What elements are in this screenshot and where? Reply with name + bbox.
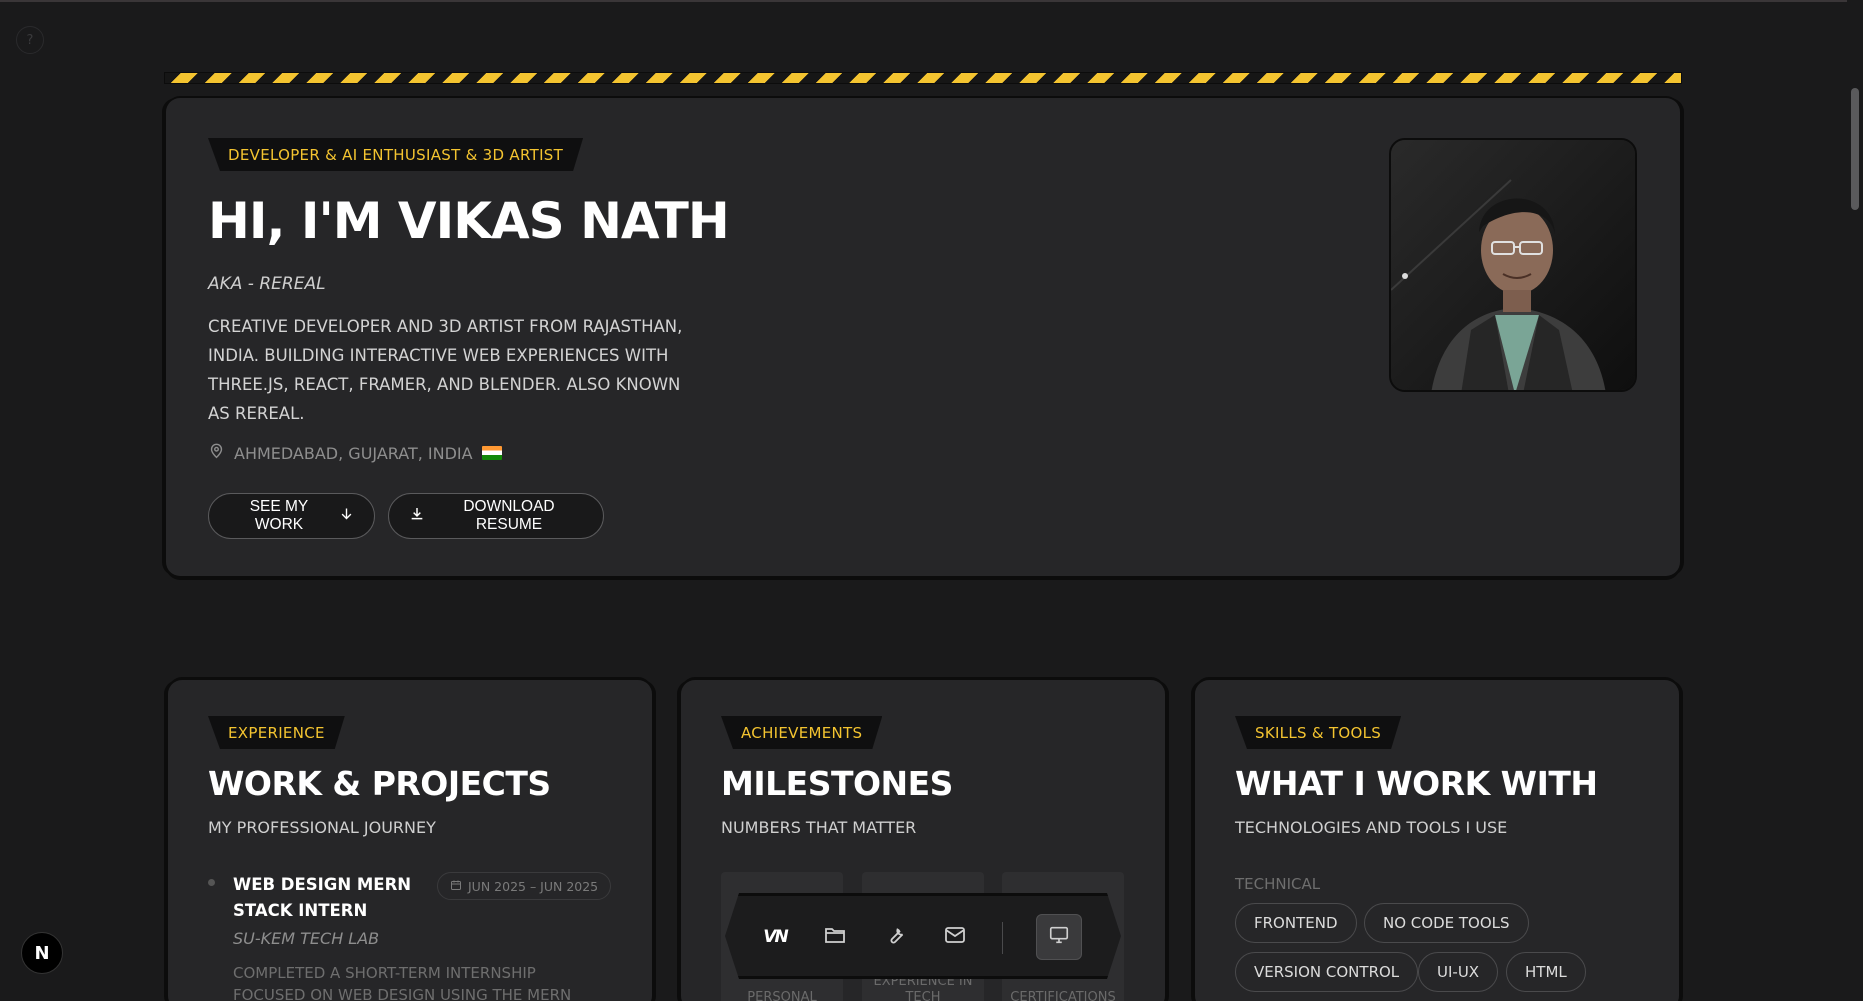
achievements-tag: ACHIEVEMENTS — [721, 716, 882, 749]
experience-item-description: COMPLETED A SHORT-TERM INTERNSHIP FOCUSE… — [233, 964, 572, 1001]
hero-aka: AKA - REREAL — [208, 274, 326, 294]
skill-pill[interactable]: UI-UX — [1418, 952, 1499, 992]
dock-separator — [1002, 922, 1003, 954]
experience-date-text: JUN 2025 – JUN 2025 — [468, 878, 599, 894]
stat-label: CERTIFICATIONS — [1010, 990, 1116, 1001]
dock-home-logo[interactable]: VN — [755, 917, 795, 957]
hero-title: HI, I'M VIKAS NATH — [208, 192, 730, 250]
download-icon — [409, 506, 425, 527]
skills-subtitle: TECHNOLOGIES AND TOOLS I USE — [1235, 818, 1508, 837]
calendar-icon — [450, 879, 462, 894]
skill-pill[interactable]: HTML — [1506, 952, 1586, 992]
achievements-title: MILESTONES — [721, 764, 953, 803]
skill-pill[interactable]: VERSION CONTROL — [1235, 952, 1419, 992]
skills-group-label: TECHNICAL — [1235, 875, 1321, 893]
india-flag-icon — [481, 446, 502, 460]
help-icon[interactable]: ? — [16, 26, 44, 54]
stat-label: PERSONAL — [747, 990, 817, 1001]
hero-role-tag: DEVELOPER & AI ENTHUSIAST & 3D ARTIST — [208, 138, 583, 171]
dock-projects-button[interactable] — [815, 917, 855, 957]
scrollbar-thumb[interactable] — [1851, 88, 1859, 210]
dock-tools-button[interactable] — [875, 917, 915, 957]
vn-logo-text: VN — [763, 927, 787, 947]
skill-pill[interactable]: NO CODE TOOLS — [1364, 903, 1529, 943]
hero-description: CREATIVE DEVELOPER AND 3D ARTIST FROM RA… — [208, 317, 683, 423]
browser-top-line — [0, 0, 1863, 2]
experience-item-title: WEB DESIGN MERN STACK INTERN — [233, 875, 412, 920]
skills-card: SKILLS & TOOLS WHAT I WORK WITH TECHNOLO… — [1195, 680, 1679, 1001]
timeline-dot — [208, 879, 215, 886]
download-resume-button[interactable]: DOWNLOAD RESUME — [388, 493, 604, 539]
achievements-subtitle: NUMBERS THAT MATTER — [721, 818, 917, 837]
skills-tag: SKILLS & TOOLS — [1235, 716, 1401, 749]
scrollbar[interactable] — [1847, 0, 1863, 1001]
experience-tag: EXPERIENCE — [208, 716, 345, 749]
folder-icon — [823, 923, 847, 951]
arrow-down-icon — [339, 506, 354, 526]
profile-photo — [1389, 138, 1637, 392]
hazard-stripe-banner — [164, 72, 1682, 84]
location-text: AHMEDABAD, GUJARAT, INDIA — [234, 443, 473, 463]
hero-card: DEVELOPER & AI ENTHUSIAST & 3D ARTIST HI… — [166, 98, 1680, 576]
experience-subtitle: MY PROFESSIONAL JOURNEY — [208, 818, 436, 837]
skills-title: WHAT I WORK WITH — [1235, 764, 1598, 803]
dock-contact-button[interactable] — [935, 917, 975, 957]
experience-card: EXPERIENCE WORK & PROJECTS MY PROFESSION… — [168, 680, 652, 1001]
nextjs-dev-badge[interactable]: N — [21, 932, 63, 974]
hero-location: AHMEDABAD, GUJARAT, INDIA — [208, 442, 502, 464]
location-pin-icon — [208, 442, 225, 464]
mail-icon — [943, 923, 967, 951]
experience-item-company: SU-KEM TECH LAB — [233, 929, 380, 948]
skill-pill[interactable]: FRONTEND — [1235, 903, 1357, 943]
experience-item-date: JUN 2025 – JUN 2025 — [437, 872, 612, 900]
bottom-dock-nav: VN — [725, 893, 1121, 979]
experience-title: WORK & PROJECTS — [208, 764, 551, 803]
see-my-work-button[interactable]: SEE MY WORK — [208, 493, 375, 539]
download-resume-label: DOWNLOAD RESUME — [463, 498, 555, 533]
dock-display-toggle[interactable] — [1036, 914, 1082, 960]
see-my-work-label: SEE MY WORK — [249, 498, 309, 533]
wrench-icon — [883, 923, 907, 951]
monitor-icon — [1048, 924, 1070, 950]
